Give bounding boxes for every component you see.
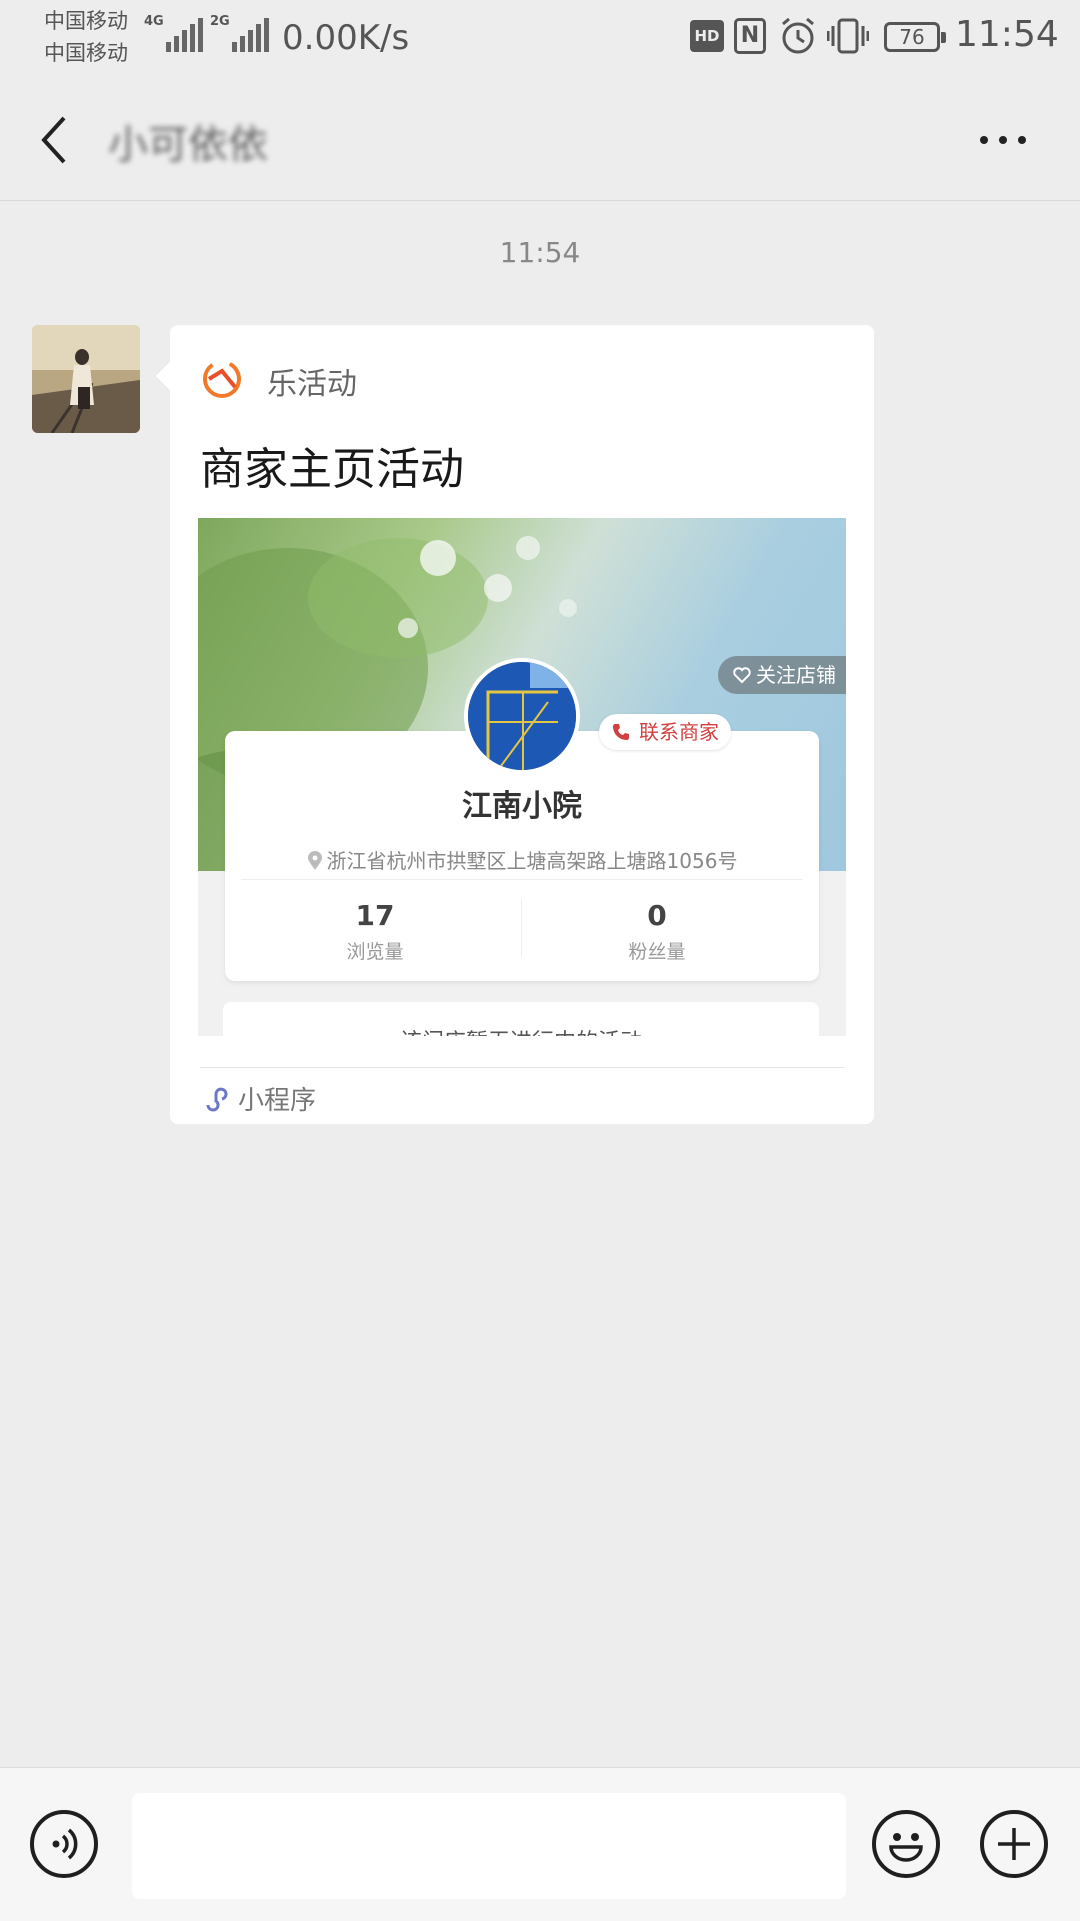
net-speed: 0.00K/s xyxy=(282,18,410,58)
vibrate-icon xyxy=(827,18,869,54)
empty-activity-notice: 该门店暂无进行中的活动 xyxy=(223,1024,819,1036)
carrier-2: 中国移动 xyxy=(44,41,128,65)
phone-icon xyxy=(613,724,629,740)
location-pin-icon xyxy=(307,851,322,870)
mini-program-label: 小程序 xyxy=(238,1086,317,1116)
avatar-image xyxy=(32,325,140,433)
hd-icon: HD xyxy=(690,20,724,52)
emoji-icon xyxy=(889,1833,923,1862)
chat-header: 小可依依 xyxy=(0,80,1080,201)
mini-program-card[interactable]: 乐活动 商家主页活动 关注店铺 江南小院 浙江省杭州市拱墅区上塘高架路上塘路10… xyxy=(170,325,874,1124)
views-label: 浏览量 xyxy=(346,941,404,963)
app-logo-icon xyxy=(203,360,241,398)
emoji-button[interactable] xyxy=(872,1810,940,1878)
contact-merchant-label: 联系商家 xyxy=(639,720,719,744)
divider xyxy=(521,899,522,957)
chat-title: 小可依依 xyxy=(108,122,268,168)
voice-icon xyxy=(52,1828,78,1860)
shop-avatar xyxy=(464,658,580,774)
input-bar xyxy=(0,1767,1080,1921)
voice-button[interactable] xyxy=(30,1810,98,1878)
follow-shop-label: 关注店铺 xyxy=(756,663,836,687)
heart-icon xyxy=(733,667,751,684)
chevron-left-icon[interactable] xyxy=(36,114,72,166)
status-time: 11:54 xyxy=(955,14,1059,55)
status-bar: 中国移动 中国移动 4G 2G 0.00K/s HD N 76 11:54 xyxy=(0,0,1080,80)
shop-name: 江南小院 xyxy=(462,789,582,824)
plus-button[interactable] xyxy=(980,1810,1048,1878)
card-title: 商家主页活动 xyxy=(200,444,464,495)
nfc-icon: N xyxy=(734,18,766,54)
shop-address-text: 浙江省杭州市拱墅区上塘高架路上塘路1056号 xyxy=(326,849,738,873)
fans-label: 粉丝量 xyxy=(628,941,686,963)
follow-shop-button[interactable]: 关注店铺 xyxy=(718,656,846,694)
card-preview: 关注店铺 江南小院 浙江省杭州市拱墅区上塘高架路上塘路1056号 17 浏览量 … xyxy=(198,518,846,1036)
sim1-network-label: 4G xyxy=(144,14,164,29)
plus-icon xyxy=(998,1828,1030,1860)
alarm-icon xyxy=(782,17,814,54)
message-timestamp: 11:54 xyxy=(499,236,581,269)
contact-merchant-button[interactable]: 联系商家 xyxy=(599,714,731,750)
divider xyxy=(241,879,803,880)
avatar[interactable] xyxy=(32,325,140,433)
fans-count: 0 xyxy=(647,899,667,932)
message-input[interactable] xyxy=(132,1793,846,1899)
carrier-1: 中国移动 xyxy=(44,9,128,33)
mini-program-icon xyxy=(206,1087,228,1112)
more-dots-icon[interactable] xyxy=(980,136,1026,144)
divider xyxy=(200,1067,844,1068)
battery-icon: 76 xyxy=(884,22,946,52)
sim2-network-label: 2G xyxy=(210,14,230,29)
activity-list: 该门店暂无进行中的活动 xyxy=(223,1002,819,1036)
views-count: 17 xyxy=(355,899,395,932)
app-name: 乐活动 xyxy=(267,367,357,402)
shop-address: 浙江省杭州市拱墅区上塘高架路上塘路1056号 xyxy=(225,845,819,874)
